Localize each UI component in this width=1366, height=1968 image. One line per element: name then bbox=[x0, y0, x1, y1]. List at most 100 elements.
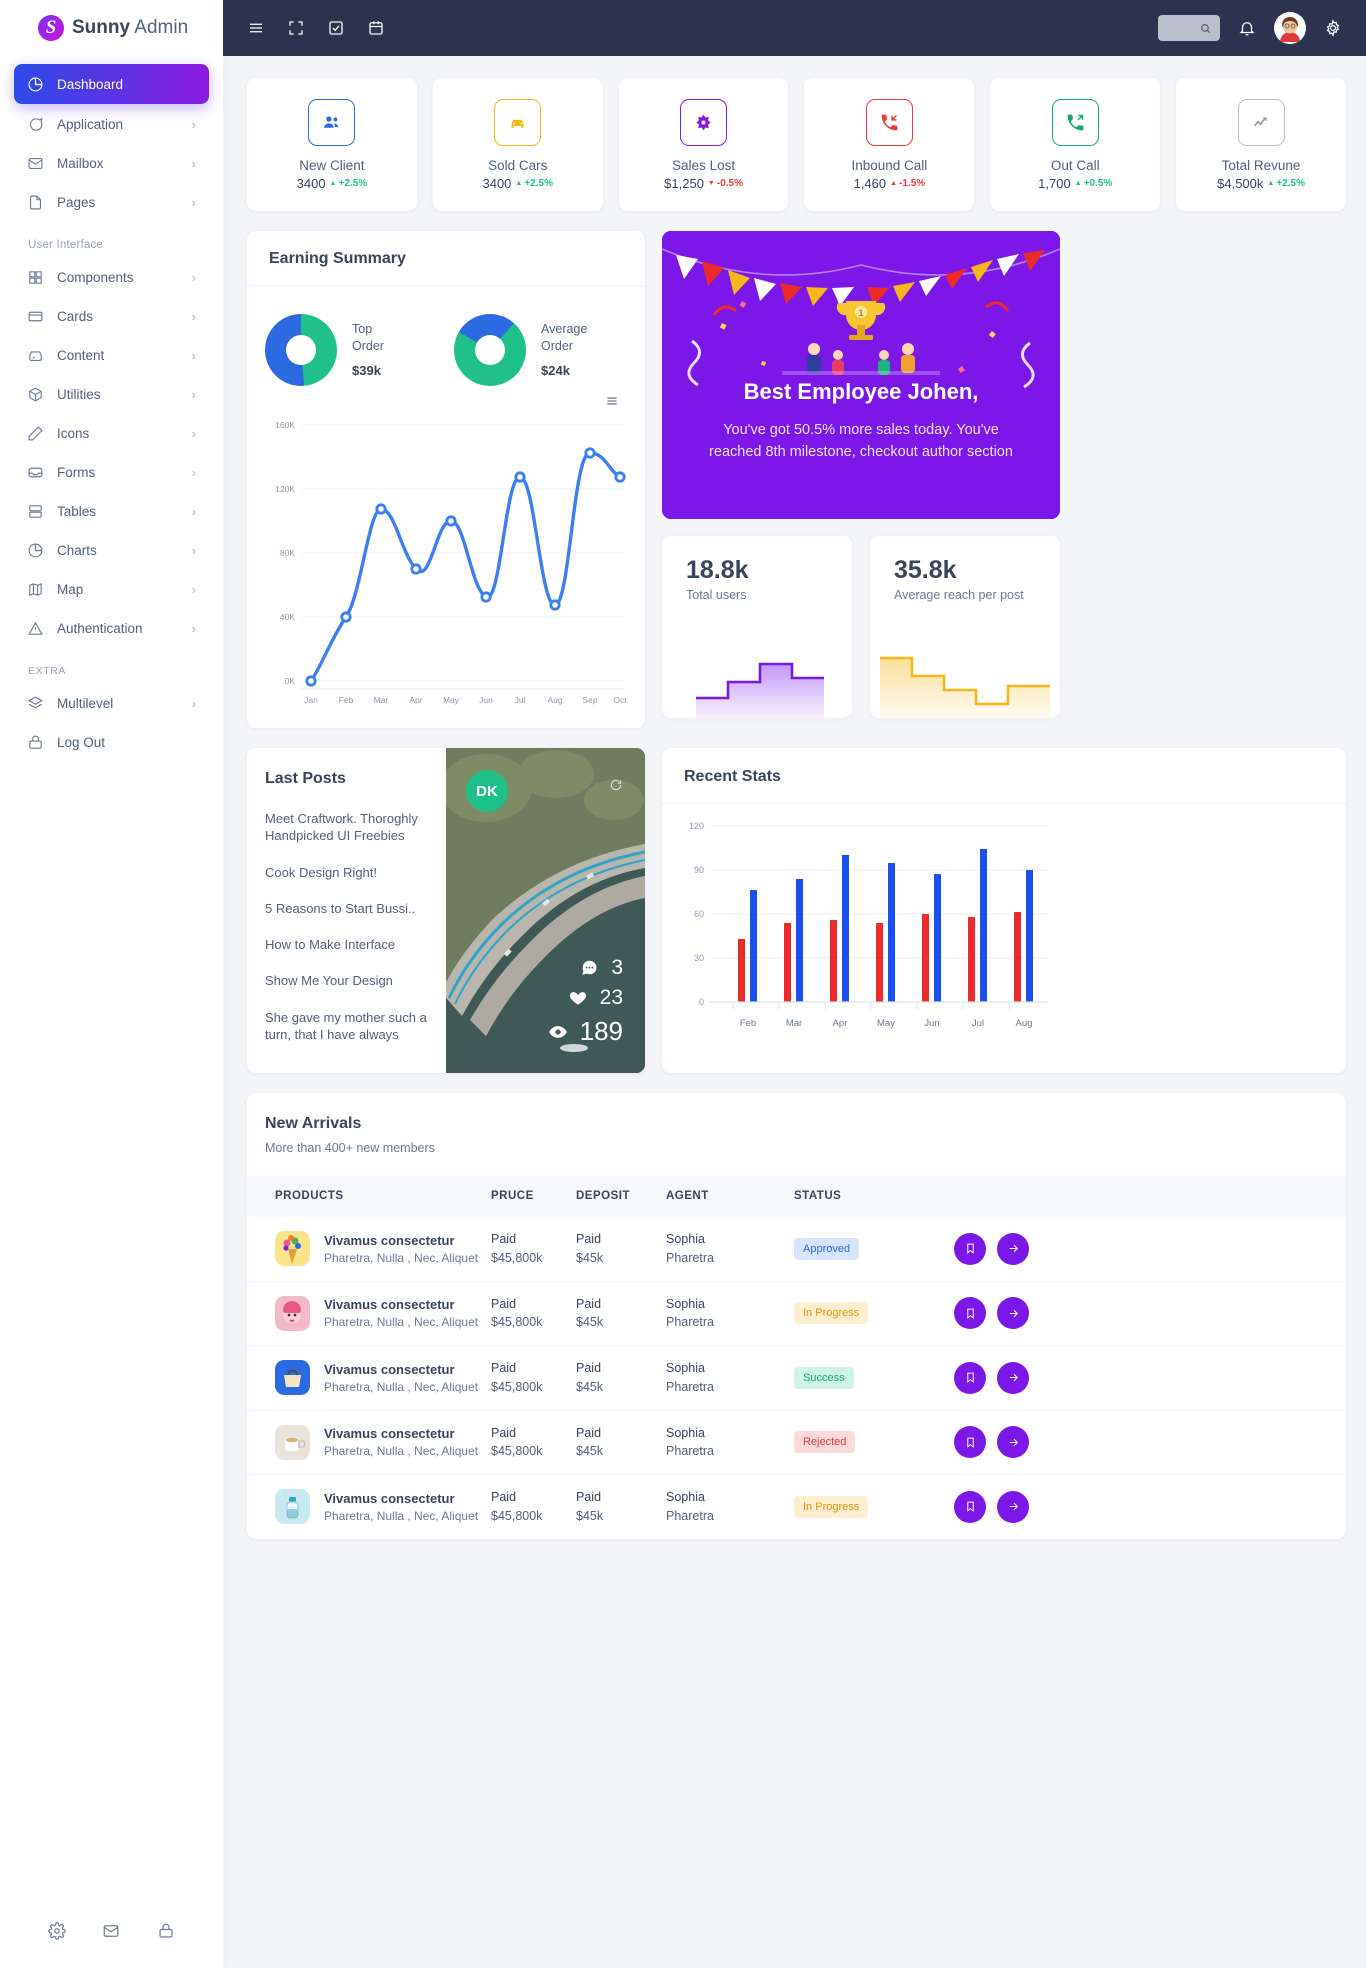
stat-value-wrap: $4,500k +2.5% bbox=[1217, 176, 1305, 191]
hamburger-icon[interactable] bbox=[247, 19, 265, 37]
avatar[interactable] bbox=[1274, 12, 1306, 44]
sidebar-item-label: Application bbox=[57, 117, 124, 132]
svg-text:Jul: Jul bbox=[515, 695, 526, 705]
sidebar-item-icons[interactable]: Icons › bbox=[14, 415, 209, 452]
product-cell: Vivamus consectetur Pharetra, Nulla , Ne… bbox=[275, 1424, 491, 1460]
arrow-right-icon[interactable] bbox=[997, 1232, 1029, 1265]
bookmark-icon[interactable] bbox=[954, 1426, 986, 1459]
svg-text:Oct: Oct bbox=[613, 695, 627, 705]
sidebar-item-pages[interactable]: Pages › bbox=[14, 184, 209, 221]
svg-text:120: 120 bbox=[689, 821, 704, 831]
list-item[interactable]: Meet Craftwork. Thoroghly Handpicked UI … bbox=[265, 810, 446, 845]
donut-chart bbox=[454, 314, 526, 386]
arrow-right-icon[interactable] bbox=[997, 1426, 1029, 1459]
envelope-icon[interactable] bbox=[102, 1922, 120, 1945]
arrow-right-icon[interactable] bbox=[997, 1297, 1029, 1330]
product-thumbnail-flowers bbox=[275, 1231, 310, 1267]
sidebar-item-label: Map bbox=[57, 582, 84, 597]
sidebar-item-label: Authentication bbox=[57, 621, 143, 636]
table-row[interactable]: Vivamus consectetur Pharetra, Nulla , Ne… bbox=[247, 1410, 1346, 1475]
stat-card-new-client[interactable]: New Client 3400 +2.5% bbox=[247, 78, 417, 211]
lock-icon[interactable] bbox=[157, 1922, 175, 1945]
product-text: Vivamus consectetur Pharetra, Nulla , Ne… bbox=[324, 1491, 478, 1523]
svg-text:80K: 80K bbox=[280, 548, 295, 558]
brand-bold: Sunny bbox=[72, 17, 131, 38]
sidebar-item-content[interactable]: Content › bbox=[14, 337, 209, 374]
arrow-right-icon[interactable] bbox=[997, 1490, 1029, 1523]
product-text: Vivamus consectetur Pharetra, Nulla , Ne… bbox=[324, 1297, 478, 1329]
svg-text:Aug: Aug bbox=[1016, 1018, 1033, 1029]
row-posts-stats: Last Posts Meet Craftwork. Thoroghly Han… bbox=[247, 748, 1346, 1073]
list-item[interactable]: Cook Design Right! bbox=[265, 864, 446, 881]
product-text: Vivamus consectetur Pharetra, Nulla , Ne… bbox=[324, 1362, 478, 1394]
bookmark-icon[interactable] bbox=[954, 1297, 986, 1330]
deposit-amount: $45k bbox=[576, 1508, 604, 1523]
status-badge: Approved bbox=[794, 1237, 860, 1260]
table-header-row: PRODUCTS PRUCE DEPOSIT AGENT STATUS bbox=[247, 1175, 1346, 1217]
bookmark-icon[interactable] bbox=[954, 1490, 986, 1523]
calendar-icon[interactable] bbox=[367, 19, 385, 37]
sidebar-item-logout[interactable]: Log Out bbox=[14, 724, 209, 761]
refresh-icon[interactable] bbox=[609, 778, 623, 797]
hamburger-menu-icon bbox=[607, 397, 617, 405]
arrow-right-icon[interactable] bbox=[997, 1361, 1029, 1394]
fullscreen-icon[interactable] bbox=[287, 19, 305, 37]
task-icon[interactable] bbox=[327, 19, 345, 37]
bell-icon[interactable] bbox=[1238, 19, 1256, 37]
main-area: New Client 3400 +2.5% Sold Cars 3400 +2.… bbox=[223, 0, 1366, 1968]
gear-icon[interactable] bbox=[48, 1921, 66, 1945]
brand-light: Admin bbox=[130, 17, 189, 38]
stat-card-sales-lost[interactable]: Sales Lost $1,250 -0.5% bbox=[618, 78, 789, 211]
sidebar-item-utilities[interactable]: Utilities › bbox=[14, 376, 209, 413]
svg-text:May: May bbox=[443, 695, 460, 705]
deposit-amount: $45k bbox=[576, 1379, 604, 1394]
arrivals-table: PRODUCTS PRUCE DEPOSIT AGENT STATUS Viva… bbox=[247, 1175, 1346, 1539]
sidebar-item-mailbox[interactable]: Mailbox › bbox=[14, 145, 209, 182]
mini-card-average-reach[interactable]: 35.8k Average reach per post bbox=[870, 536, 1060, 718]
mini-card-total-users[interactable]: 18.8k Total users bbox=[662, 536, 852, 718]
table-row[interactable]: Vivamus consectetur Pharetra, Nulla , Ne… bbox=[247, 1475, 1346, 1539]
table-row[interactable]: Vivamus consectetur Pharetra, Nulla , Ne… bbox=[247, 1281, 1346, 1346]
stat-card-inbound-call[interactable]: Inbound Call 1,460 -1.5% bbox=[804, 78, 975, 211]
sidebar-item-tables[interactable]: Tables › bbox=[14, 493, 209, 530]
table-row[interactable]: Vivamus consectetur Pharetra, Nulla , Ne… bbox=[247, 1345, 1346, 1411]
chart-menu-button[interactable] bbox=[247, 390, 645, 413]
cell-price: Paid $45,800k bbox=[491, 1475, 576, 1539]
brand-logo-icon: S bbox=[38, 15, 64, 41]
list-item[interactable]: She gave my mother such a turn, that I h… bbox=[265, 1009, 446, 1044]
search-input[interactable] bbox=[1158, 15, 1220, 41]
sidebar-item-multilevel[interactable]: Multilevel › bbox=[14, 685, 209, 722]
stat-card-out-call[interactable]: Out Call 1,700 +0.5% bbox=[990, 78, 1161, 211]
bookmark-icon[interactable] bbox=[954, 1232, 986, 1265]
sidebar-item-authentication[interactable]: Authentication › bbox=[14, 610, 209, 647]
chevron-right-icon: › bbox=[191, 270, 196, 285]
sidebar-item-charts[interactable]: Charts › bbox=[14, 532, 209, 569]
sidebar-item-dashboard[interactable]: Dashboard bbox=[14, 64, 209, 104]
brand[interactable]: S Sunny Admin bbox=[0, 0, 223, 56]
list-item[interactable]: 5 Reasons to Start Bussi.. bbox=[265, 900, 446, 917]
bookmark-icon[interactable] bbox=[954, 1361, 986, 1394]
row-actions bbox=[954, 1490, 1346, 1523]
list-item[interactable]: How to Make Interface bbox=[265, 936, 446, 953]
sidebar-item-components[interactable]: Components › bbox=[14, 259, 209, 296]
sidebar-item-forms[interactable]: Forms › bbox=[14, 454, 209, 491]
sidebar-item-cards[interactable]: Cards › bbox=[14, 298, 209, 335]
sidebar-item-map[interactable]: Map › bbox=[14, 571, 209, 608]
cell-deposit: Paid $45k bbox=[576, 1475, 666, 1539]
table-row[interactable]: Vivamus consectetur Pharetra, Nulla , Ne… bbox=[247, 1217, 1346, 1282]
stat-card-total-revenue[interactable]: Total Revune $4,500k +2.5% bbox=[1176, 78, 1346, 211]
svg-text:Feb: Feb bbox=[339, 695, 354, 705]
new-arrivals-card: New Arrivals More than 400+ new members … bbox=[247, 1093, 1346, 1539]
cell-deposit: Paid $45k bbox=[576, 1345, 666, 1411]
new-arrivals-subtitle: More than 400+ new members bbox=[265, 1141, 435, 1155]
donut-average-order: Average Order $24k bbox=[454, 314, 635, 386]
sidebar-item-application[interactable]: Application › bbox=[14, 106, 209, 143]
chevron-right-icon: › bbox=[191, 426, 196, 441]
row-actions bbox=[954, 1297, 1346, 1330]
list-item[interactable]: Show Me Your Design bbox=[265, 972, 446, 989]
product-name: Vivamus consectetur bbox=[324, 1297, 455, 1313]
chevron-right-icon: › bbox=[191, 348, 196, 363]
gear-icon[interactable] bbox=[1324, 19, 1342, 37]
agent-first: Sophia bbox=[666, 1490, 705, 1504]
stat-card-sold-cars[interactable]: Sold Cars 3400 +2.5% bbox=[432, 78, 603, 211]
